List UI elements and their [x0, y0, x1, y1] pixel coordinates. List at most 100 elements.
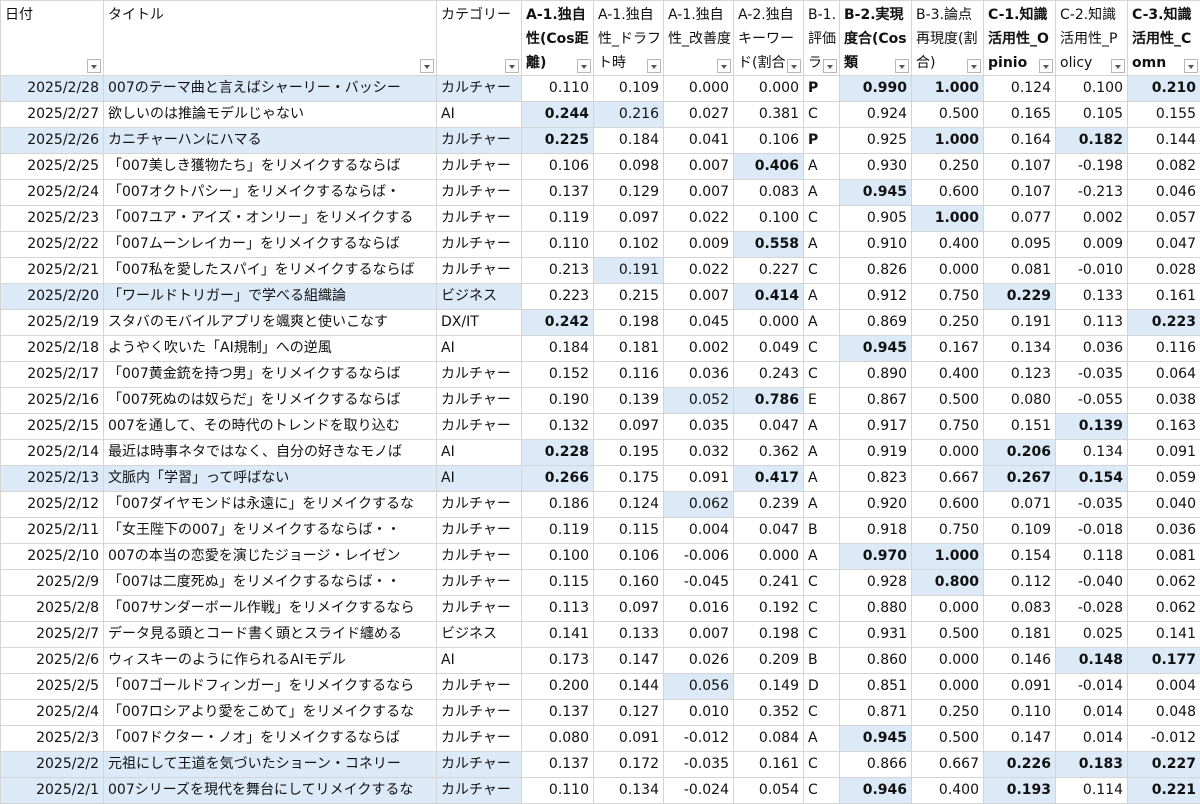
cell-c1-opinion[interactable]: 0.181: [984, 622, 1056, 648]
cell-b1-grade[interactable]: A: [804, 414, 840, 440]
cell-title[interactable]: 「女王陛下の007」をリメイクするならば・・: [104, 518, 437, 544]
cell-b1-grade[interactable]: A: [804, 284, 840, 310]
cell-c1-opinion[interactable]: 0.191: [984, 310, 1056, 336]
filter-dropdown-icon[interactable]: [1184, 59, 1198, 73]
cell-c3-common[interactable]: 0.059: [1128, 466, 1200, 492]
cell-a1-improve[interactable]: 0.002: [664, 336, 734, 362]
cell-title[interactable]: 「007死ぬのは奴らだ」をリメイクするならば: [104, 388, 437, 414]
cell-c2-policy[interactable]: -0.055: [1056, 388, 1128, 414]
cell-b1-grade[interactable]: C: [804, 700, 840, 726]
cell-title[interactable]: 「007オクトパシー」をリメイクするならば・: [104, 180, 437, 206]
cell-category[interactable]: カルチャー: [437, 180, 522, 206]
cell-b2-realization[interactable]: 0.945: [840, 180, 912, 206]
cell-a1-cos[interactable]: 0.119: [522, 518, 594, 544]
cell-c1-opinion[interactable]: 0.107: [984, 180, 1056, 206]
cell-a1-cos[interactable]: 0.110: [522, 232, 594, 258]
cell-a1-improve[interactable]: 0.007: [664, 622, 734, 648]
cell-a1-cos[interactable]: 0.186: [522, 492, 594, 518]
cell-b2-realization[interactable]: 0.912: [840, 284, 912, 310]
cell-a1-improve[interactable]: 0.036: [664, 362, 734, 388]
cell-c3-common[interactable]: -0.012: [1128, 726, 1200, 752]
cell-b3-reproduction[interactable]: 0.000: [912, 648, 984, 674]
cell-a1-draft[interactable]: 0.115: [594, 518, 664, 544]
cell-b2-realization[interactable]: 0.930: [840, 154, 912, 180]
cell-b3-reproduction[interactable]: 0.500: [912, 726, 984, 752]
cell-c1-opinion[interactable]: 0.071: [984, 492, 1056, 518]
cell-b3-reproduction[interactable]: 0.400: [912, 778, 984, 804]
cell-a2-keyword[interactable]: 0.227: [734, 258, 804, 284]
table-row[interactable]: 2025/2/16「007死ぬのは奴らだ」をリメイクするならばカルチャー0.19…: [1, 388, 1200, 414]
cell-a1-cos[interactable]: 0.213: [522, 258, 594, 284]
cell-c2-policy[interactable]: -0.018: [1056, 518, 1128, 544]
cell-b2-realization[interactable]: 0.871: [840, 700, 912, 726]
cell-b3-reproduction[interactable]: 0.750: [912, 518, 984, 544]
cell-title[interactable]: 「007サンダーボール作戦」をリメイクするなら: [104, 596, 437, 622]
cell-b1-grade[interactable]: C: [804, 336, 840, 362]
cell-date[interactable]: 2025/2/10: [1, 544, 104, 570]
cell-b2-realization[interactable]: 0.925: [840, 128, 912, 154]
cell-category[interactable]: カルチャー: [437, 518, 522, 544]
cell-c2-policy[interactable]: 0.009: [1056, 232, 1128, 258]
cell-date[interactable]: 2025/2/2: [1, 752, 104, 778]
cell-a1-draft[interactable]: 0.172: [594, 752, 664, 778]
cell-b1-grade[interactable]: C: [804, 362, 840, 388]
cell-b3-reproduction[interactable]: 0.667: [912, 466, 984, 492]
cell-b1-grade[interactable]: A: [804, 726, 840, 752]
cell-a1-improve[interactable]: 0.027: [664, 102, 734, 128]
cell-c3-common[interactable]: 0.081: [1128, 544, 1200, 570]
cell-b2-realization[interactable]: 0.931: [840, 622, 912, 648]
cell-a1-draft[interactable]: 0.097: [594, 206, 664, 232]
cell-a1-draft[interactable]: 0.191: [594, 258, 664, 284]
cell-category[interactable]: カルチャー: [437, 752, 522, 778]
cell-c3-common[interactable]: 0.047: [1128, 232, 1200, 258]
cell-a1-cos[interactable]: 0.137: [522, 700, 594, 726]
cell-b1-grade[interactable]: A: [804, 310, 840, 336]
cell-c3-common[interactable]: 0.227: [1128, 752, 1200, 778]
column-header-title[interactable]: タイトル: [104, 1, 437, 76]
cell-c1-opinion[interactable]: 0.095: [984, 232, 1056, 258]
cell-b1-grade[interactable]: A: [804, 180, 840, 206]
table-row[interactable]: 2025/2/15007を通して、その時代のトレンドを取り込むカルチャー0.13…: [1, 414, 1200, 440]
cell-b3-reproduction[interactable]: 0.667: [912, 752, 984, 778]
cell-c3-common[interactable]: 0.144: [1128, 128, 1200, 154]
table-row[interactable]: 2025/2/20「ワールドトリガー」で学べる組織論ビジネス0.2230.215…: [1, 284, 1200, 310]
cell-b1-grade[interactable]: B: [804, 648, 840, 674]
cell-c2-policy[interactable]: 0.113: [1056, 310, 1128, 336]
cell-a2-keyword[interactable]: 0.406: [734, 154, 804, 180]
cell-b2-realization[interactable]: 0.918: [840, 518, 912, 544]
table-row[interactable]: 2025/2/19スタバのモバイルアプリを颯爽と使いこなすDX/IT0.2420…: [1, 310, 1200, 336]
cell-a1-improve[interactable]: 0.004: [664, 518, 734, 544]
cell-category[interactable]: カルチャー: [437, 128, 522, 154]
cell-c1-opinion[interactable]: 0.107: [984, 154, 1056, 180]
cell-a1-improve[interactable]: 0.010: [664, 700, 734, 726]
cell-a2-keyword[interactable]: 0.786: [734, 388, 804, 414]
cell-a1-cos[interactable]: 0.223: [522, 284, 594, 310]
table-row[interactable]: 2025/2/22「007ムーンレイカー」をリメイクするならばカルチャー0.11…: [1, 232, 1200, 258]
cell-title[interactable]: ウィスキーのように作られるAIモデル: [104, 648, 437, 674]
cell-date[interactable]: 2025/2/15: [1, 414, 104, 440]
cell-date[interactable]: 2025/2/12: [1, 492, 104, 518]
table-row[interactable]: 2025/2/3「007ドクター・ノオ」をリメイクするならばカルチャー0.080…: [1, 726, 1200, 752]
cell-a1-improve[interactable]: 0.091: [664, 466, 734, 492]
cell-a1-draft[interactable]: 0.175: [594, 466, 664, 492]
cell-a2-keyword[interactable]: 0.084: [734, 726, 804, 752]
cell-date[interactable]: 2025/2/19: [1, 310, 104, 336]
cell-a1-improve[interactable]: 0.035: [664, 414, 734, 440]
cell-date[interactable]: 2025/2/6: [1, 648, 104, 674]
cell-title[interactable]: 元祖にして王道を気づいたショーン・コネリー: [104, 752, 437, 778]
table-row[interactable]: 2025/2/11「女王陛下の007」をリメイクするならば・・カルチャー0.11…: [1, 518, 1200, 544]
cell-a1-cos[interactable]: 0.141: [522, 622, 594, 648]
cell-a1-draft[interactable]: 0.195: [594, 440, 664, 466]
cell-title[interactable]: ようやく吹いた「AI規制」への逆風: [104, 336, 437, 362]
cell-a1-improve[interactable]: 0.045: [664, 310, 734, 336]
cell-date[interactable]: 2025/2/9: [1, 570, 104, 596]
cell-category[interactable]: カルチャー: [437, 700, 522, 726]
cell-a2-keyword[interactable]: 0.414: [734, 284, 804, 310]
cell-title[interactable]: 「007ロシアより愛をこめて」をリメイクするな: [104, 700, 437, 726]
cell-title[interactable]: 「007黄金銃を持つ男」をリメイクするならば: [104, 362, 437, 388]
cell-a1-draft[interactable]: 0.124: [594, 492, 664, 518]
cell-a1-draft[interactable]: 0.109: [594, 76, 664, 102]
cell-a1-improve[interactable]: 0.022: [664, 258, 734, 284]
cell-b3-reproduction[interactable]: 0.800: [912, 570, 984, 596]
table-row[interactable]: 2025/2/13文脈内「学習」って呼ばないAI0.2660.1750.0910…: [1, 466, 1200, 492]
